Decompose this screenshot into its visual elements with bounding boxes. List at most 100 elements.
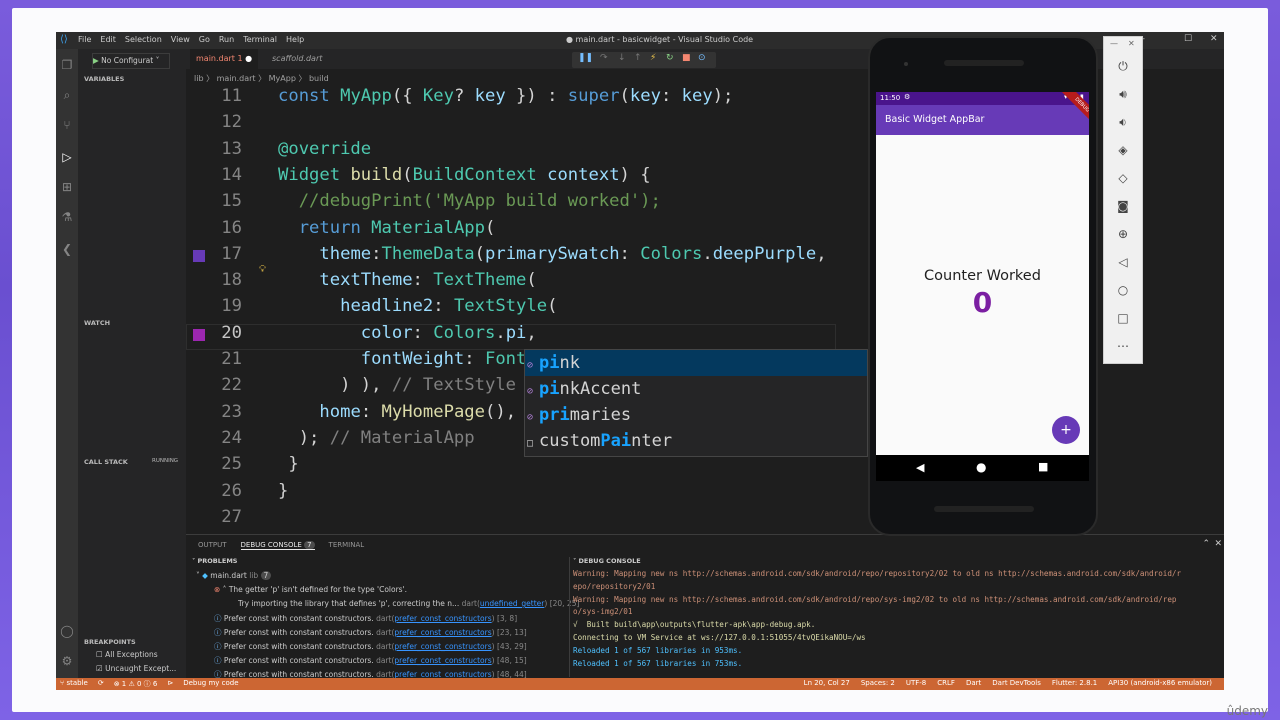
run-debug-icon[interactable]: ▷ [59, 149, 75, 165]
explorer-icon[interactable]: ❐ [59, 57, 75, 73]
code-text[interactable]: //debugPrint('MyApp build worked'); [278, 191, 661, 211]
flutter-version[interactable]: Flutter: 2.8.1 [1052, 679, 1097, 687]
code-text[interactable]: home: MyHomePage(), [278, 402, 526, 422]
restart-icon[interactable]: ↻ [666, 53, 674, 63]
overview-icon[interactable]: □ [1112, 307, 1134, 329]
tab-main-dart[interactable]: main.dart 1 ● [190, 49, 259, 69]
code-text[interactable]: return MaterialApp( [278, 218, 496, 238]
debug-status-label[interactable]: Debug my code [183, 679, 238, 689]
menu-view[interactable]: View [171, 35, 190, 44]
device-selector[interactable]: API30 (android-x86 emulator) [1108, 679, 1212, 687]
suggestion-item[interactable]: ⊘ primaries [525, 402, 867, 428]
code-text[interactable]: headline2: TextStyle( [278, 296, 557, 316]
step-into-icon[interactable]: ↓ [618, 53, 626, 63]
problem-item[interactable]: ⓘ Prefer const with constant constructor… [214, 613, 594, 627]
tab-scaffold-dart[interactable]: scaffold.dart [266, 49, 328, 69]
volume-up-icon[interactable]: 🔊︎ [1112, 83, 1134, 105]
debug-config-select[interactable]: ▶ No Configurat ˅ [92, 53, 170, 69]
menu-file[interactable]: File [78, 35, 91, 44]
debug-console-output[interactable]: ˅ DEBUG CONSOLE Warning: Mapping new ns h… [569, 557, 1224, 684]
more-options-icon[interactable]: ⋯ [1112, 335, 1134, 357]
screenshot-icon[interactable]: ◙ [1112, 195, 1134, 217]
problem-item[interactable]: ⓘ Prefer const with constant constructor… [214, 627, 594, 641]
encoding[interactable]: UTF-8 [906, 679, 926, 687]
close-panel-icon[interactable]: ✕ [1214, 539, 1222, 549]
menu-edit[interactable]: Edit [100, 35, 116, 44]
increment-fab[interactable]: + [1052, 416, 1080, 444]
step-out-icon[interactable]: ↑ [634, 53, 642, 63]
maximize-panel-icon[interactable]: ⌃ [1202, 539, 1210, 549]
eol[interactable]: CRLF [937, 679, 955, 687]
search-icon[interactable]: ⌕ [59, 87, 75, 103]
call-stack-section[interactable]: CALL STACK [84, 458, 128, 466]
nav-home-icon[interactable]: ● [976, 460, 986, 474]
suggestion-item[interactable]: ⊘ pinkAccent [525, 376, 867, 402]
settings-gear-icon[interactable]: ⚙ [59, 653, 75, 669]
flutter-icon[interactable]: ❮ [59, 241, 75, 257]
sync-icon[interactable]: ⟳ [98, 679, 104, 689]
code-text[interactable]: } [278, 481, 288, 501]
menu-go[interactable]: Go [199, 35, 210, 44]
problem-item[interactable]: ⓘ Prefer const with constant constructor… [214, 655, 594, 669]
volume-down-icon[interactable]: 🔉︎ [1112, 111, 1134, 133]
breakpoints-section[interactable]: BREAKPOINTS [84, 638, 136, 646]
problem-item[interactable]: ⓘ Prefer const with constant constructor… [214, 641, 594, 655]
breadcrumb[interactable]: lib 〉 main.dart 〉 MyApp 〉 build [194, 73, 329, 84]
rotate-right-icon[interactable]: ◇ [1112, 167, 1134, 189]
dart-devtools[interactable]: Dart DevTools [992, 679, 1041, 687]
tab-output[interactable]: OUTPUT [198, 541, 227, 550]
variables-section[interactable]: VARIABLES [84, 75, 124, 83]
code-text[interactable]: fontWeight: Font [278, 349, 527, 369]
code-text[interactable]: theme:ThemeData(primarySwatch: Colors.de… [278, 244, 826, 264]
rotate-left-icon[interactable]: ◈ [1112, 139, 1134, 161]
pause-icon[interactable]: ❚❚ [578, 53, 593, 63]
tab-debug-console[interactable]: DEBUG CONSOLE 7 [240, 541, 315, 550]
emu-minimize-icon[interactable]: — [1110, 39, 1118, 48]
debug-status-icon[interactable]: ⊳ [167, 679, 173, 689]
stop-icon[interactable]: ■ [682, 53, 691, 63]
code-text[interactable]: const MyApp({ Key? key }) : super(key: k… [278, 86, 733, 106]
menu-selection[interactable]: Selection [125, 35, 162, 44]
power-icon[interactable]: ⏻ [1112, 55, 1134, 77]
tab-terminal[interactable]: TERMINAL [329, 541, 365, 550]
close-icon[interactable]: ✕ [1210, 34, 1218, 44]
problems-counts[interactable]: ⊗ 1 ⚠ 0 ⓘ 6 [114, 679, 158, 689]
code-text[interactable]: Widget build(BuildContext context) { [278, 165, 651, 185]
branch-indicator[interactable]: ⑂ stable [60, 679, 88, 689]
code-text[interactable]: textTheme: TextTheme( [278, 270, 536, 290]
hot-reload-icon[interactable]: ⚡ [650, 53, 656, 63]
devtools-icon[interactable]: ⊙ [698, 53, 706, 63]
extensions-icon[interactable]: ⊞ [59, 179, 75, 195]
watch-section[interactable]: WATCH [84, 319, 110, 327]
account-icon[interactable]: ◯ [59, 623, 75, 639]
source-control-icon[interactable]: ⑂ [59, 117, 75, 133]
bp-all-exceptions[interactable]: ☐ All Exceptions [96, 650, 158, 659]
nav-back-icon[interactable]: ◀ [916, 461, 924, 474]
code-text[interactable]: ) ), // TextStyle [278, 375, 516, 395]
emu-close-icon[interactable]: ✕ [1128, 39, 1135, 48]
bp-uncaught-exceptions[interactable]: ☑ Uncaught Except... [96, 664, 176, 673]
maximize-icon[interactable]: ☐ [1184, 34, 1192, 44]
menu-run[interactable]: Run [219, 35, 234, 44]
problem-item[interactable]: ⊗ ˄ The getter 'p' isn't defined for the… [214, 585, 594, 599]
lightbulb-icon[interactable]: 💡︎ [259, 264, 266, 275]
code-text[interactable]: ); // MaterialApp [278, 428, 475, 448]
menu-help[interactable]: Help [286, 35, 304, 44]
menu-terminal[interactable]: Terminal [243, 35, 277, 44]
code-text[interactable]: } [278, 454, 298, 474]
zoom-icon[interactable]: ⊕ [1112, 223, 1134, 245]
problems-file-row[interactable]: ˅ ◆ main.dart lib 7 [196, 571, 576, 585]
suggestion-item[interactable]: □ customPainter [525, 428, 867, 454]
language-mode[interactable]: Dart [966, 679, 981, 687]
back-icon[interactable]: ◁ [1112, 251, 1134, 273]
testing-icon[interactable]: ⚗ [59, 209, 75, 225]
suggestion-item[interactable]: ⊘ pink [525, 350, 867, 376]
start-debug-icon[interactable]: ▶ [93, 56, 99, 65]
step-over-icon[interactable]: ↷ [600, 53, 608, 63]
indentation[interactable]: Spaces: 2 [861, 679, 895, 687]
cursor-position[interactable]: Ln 20, Col 27 [804, 679, 850, 687]
code-text[interactable]: @override [278, 139, 371, 159]
problems-header[interactable]: ˅ PROBLEMS [192, 557, 572, 571]
color-swatch-icon[interactable] [193, 249, 205, 262]
debug-console-header[interactable]: ˅ DEBUG CONSOLE [573, 557, 1223, 569]
